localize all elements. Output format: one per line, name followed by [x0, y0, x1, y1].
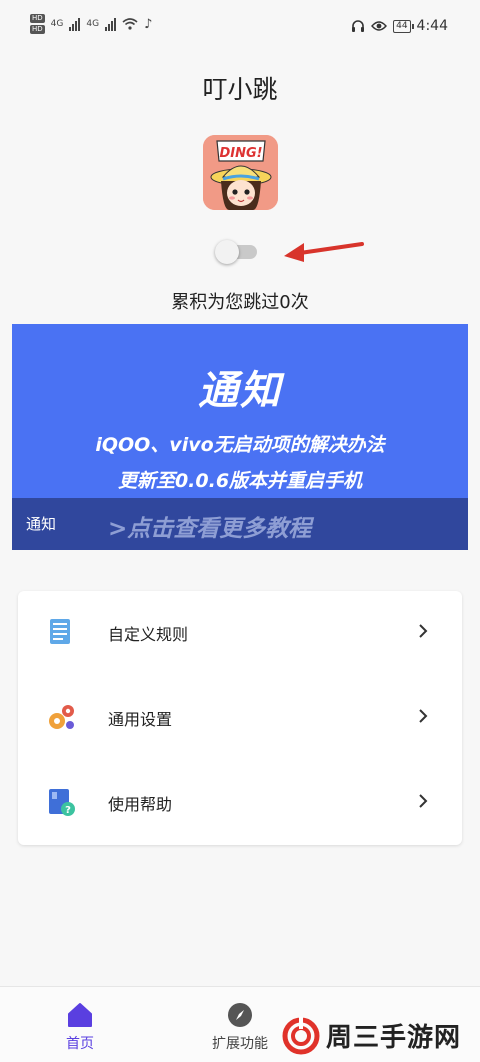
nav-label: 首页	[66, 1036, 94, 1052]
home-icon	[68, 1003, 92, 1027]
network-label: 4G	[86, 19, 100, 29]
menu-item-general-settings[interactable]: 通用设置	[18, 676, 462, 760]
headphones-icon	[352, 20, 365, 32]
nav-home[interactable]: 首页	[20, 987, 140, 1062]
banner-tag: 通知	[26, 515, 57, 533]
signal-icon	[69, 17, 81, 31]
svg-text:?: ?	[65, 805, 71, 816]
banner-line-1: iQOO、vivo无启动项的解决办法	[95, 434, 385, 456]
menu-card: 自定义规则 通用设置 ? 使用帮助	[18, 591, 462, 845]
app-logo-illustration: DING!	[203, 135, 278, 210]
menu-item-label: 自定义规则	[108, 625, 189, 644]
document-list-icon	[50, 619, 70, 644]
notice-banner[interactable]: 通知 iQOO、vivo无启动项的解决办法 更新至0.0.6版本并重启手机 通知…	[12, 324, 468, 550]
hd-badge: HD	[30, 25, 45, 34]
gears-icon	[49, 705, 74, 729]
menu-item-label: 通用设置	[108, 710, 173, 729]
battery-icon: 44	[393, 19, 415, 33]
chevron-right-icon	[419, 709, 428, 723]
status-right-icons: 44 4:44	[351, 18, 448, 34]
menu-item-help[interactable]: ? 使用帮助	[18, 761, 462, 845]
banner-line-2: 更新至0.0.6版本并重启手机	[117, 470, 363, 492]
wifi-icon	[122, 18, 138, 30]
eye-icon	[371, 21, 388, 31]
watermark-text: 周三手游网	[326, 1023, 462, 1053]
music-icon: ♪	[144, 16, 153, 32]
app-logo: DING!	[203, 135, 278, 210]
service-toggle[interactable]	[215, 240, 257, 264]
hd-badge: HD	[30, 14, 45, 23]
app-title: 叮小跳	[202, 75, 278, 104]
chevron-right-icon	[419, 794, 428, 808]
watermark: 周三手游网	[282, 1010, 480, 1061]
skip-counter: 累积为您跳过0次	[171, 292, 309, 313]
chevron-right-icon	[419, 624, 428, 638]
status-left-icons: HD HD 4G 4G ♪	[30, 14, 152, 34]
compass-icon	[228, 1003, 252, 1027]
hd-badges: HD HD	[30, 14, 45, 34]
banner-title: 通知	[198, 368, 282, 414]
toggle-thumb	[215, 240, 239, 264]
help-book-icon: ?	[49, 789, 75, 816]
menu-item-label: 使用帮助	[108, 795, 173, 814]
watermark-logo-icon	[282, 1016, 320, 1054]
menu-item-custom-rules[interactable]: 自定义规则	[18, 591, 462, 675]
svg-text:DING!: DING!	[219, 146, 262, 161]
status-bar: HD HD 4G 4G ♪ 44 4:44	[0, 0, 480, 56]
clock: 4:44	[416, 18, 448, 34]
banner-tutorial-link[interactable]: >点击查看更多教程	[108, 509, 311, 543]
network-label: 4G	[50, 19, 64, 29]
banner-footer: 通知 >点击查看更多教程	[12, 498, 468, 550]
red-arrow-annotation	[284, 242, 364, 262]
signal-icon	[105, 17, 117, 31]
